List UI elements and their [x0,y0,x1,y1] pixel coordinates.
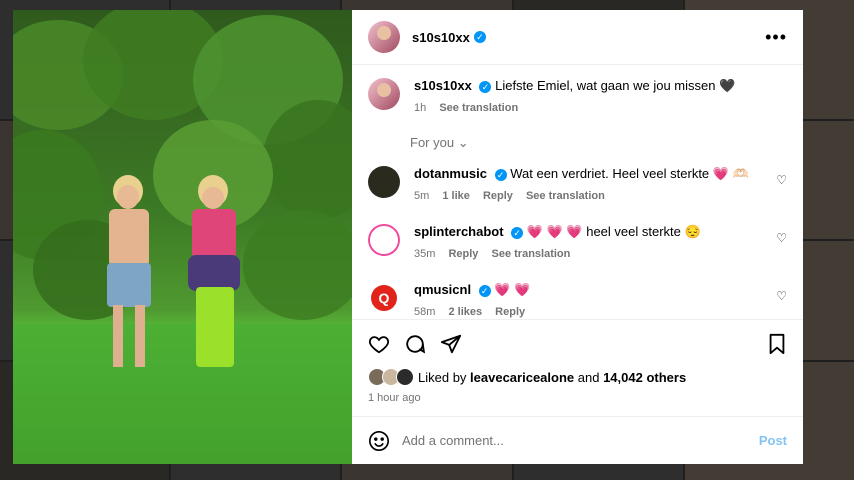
author-avatar[interactable] [368,78,400,110]
comment-like-heart-icon[interactable]: ♡ [776,173,787,187]
commenter-avatar[interactable] [368,224,400,256]
heart-icon[interactable] [368,333,390,355]
comment-item: dotanmusic ✓ Wat een verdriet. Heel veel… [368,165,787,205]
comment-username[interactable]: dotanmusic [414,166,487,181]
verified-icon: ✓ [473,31,486,43]
liked-by-and: and [577,369,600,385]
emoji-icon[interactable] [368,430,390,452]
caption-text: Liefste Emiel, wat gaan we jou missen 🖤 [495,78,736,93]
comment-like-heart-icon[interactable]: ♡ [776,231,787,245]
liked-by-count[interactable]: 14,042 others [603,370,686,385]
caption: s10s10xx ✓ Liefste Emiel, wat gaan we jo… [368,77,787,117]
post-header: s10s10xx ✓ ••• [352,10,803,65]
reply-button[interactable]: Reply [448,248,478,260]
author-username[interactable]: s10s10xx [412,30,470,45]
reply-button[interactable]: Reply [483,190,513,202]
comment-time[interactable]: 58m [414,306,435,318]
comment-time[interactable]: 5m [414,190,429,202]
commenter-avatar[interactable] [368,166,400,198]
comment-likes[interactable]: 1 like [442,190,470,202]
post-photo [13,10,352,464]
reply-button[interactable]: Reply [495,306,525,318]
author-avatar[interactable] [368,21,400,53]
commenter-avatar[interactable]: Q [368,282,400,314]
more-options-icon[interactable]: ••• [765,27,787,48]
for-you-label: For you [410,135,455,150]
liker-avatar [396,368,414,386]
post-modal: s10s10xx ✓ ••• s10s10xx ✓ Liefste Emiel,… [13,10,803,464]
qmusic-logo-icon: Q [371,285,397,311]
comment-input[interactable]: Add a comment... [402,433,759,448]
comment-item: splinterchabot ✓ 💗 💗 💗 heel veel sterkte… [368,223,787,263]
likes-summary[interactable]: Liked by leavecaricealone and 14,042 oth… [368,368,787,386]
post-comment-button[interactable]: Post [759,433,787,448]
comment-username[interactable]: splinterchabot [414,224,504,239]
comments-list[interactable]: s10s10xx ✓ Liefste Emiel, wat gaan we jo… [352,65,803,319]
post-side-panel: s10s10xx ✓ ••• s10s10xx ✓ Liefste Emiel,… [352,10,803,464]
post-timestamp[interactable]: 1 hour ago [368,392,787,404]
verified-icon: ✓ [479,80,492,93]
verified-icon: ✓ [511,226,524,239]
see-translation-link[interactable]: See translation [526,190,605,202]
verified-icon: ✓ [478,284,491,297]
liked-by-prefix: Liked by [418,369,467,385]
verified-icon: ✓ [494,168,507,181]
liked-by-user[interactable]: leavecaricealone [470,370,574,385]
bookmark-icon[interactable] [767,333,787,355]
child-left [101,175,161,375]
for-you-toggle[interactable]: For you ⌄ [410,135,787,151]
comment-icon[interactable] [404,333,426,355]
comment-like-heart-icon[interactable]: ♡ [776,289,787,303]
comment-item: Q qmusicnl ✓ 💗 💗 58m 2 likes Reply ♡ [368,281,787,319]
comment-username[interactable]: qmusicnl [414,282,471,297]
caption-username[interactable]: s10s10xx [414,78,472,93]
comment-text: 💗 💗 💗 heel veel sterkte 😔 [526,224,701,239]
post-actions: Liked by leavecaricealone and 14,042 oth… [352,319,803,404]
see-translation-link[interactable]: See translation [439,102,518,114]
see-translation-link[interactable]: See translation [492,248,571,260]
chevron-down-icon: ⌄ [457,135,469,150]
child-right [188,175,248,375]
share-icon[interactable] [440,333,462,355]
caption-time[interactable]: 1h [414,102,426,114]
comment-likes[interactable]: 2 likes [448,306,482,318]
comment-text: Wat een verdriet. Heel veel sterkte 💗 🫶🏻 [510,166,749,181]
comment-text: 💗 💗 [494,282,531,297]
comment-time[interactable]: 35m [414,248,435,260]
add-comment-bar: Add a comment... Post [352,416,803,464]
